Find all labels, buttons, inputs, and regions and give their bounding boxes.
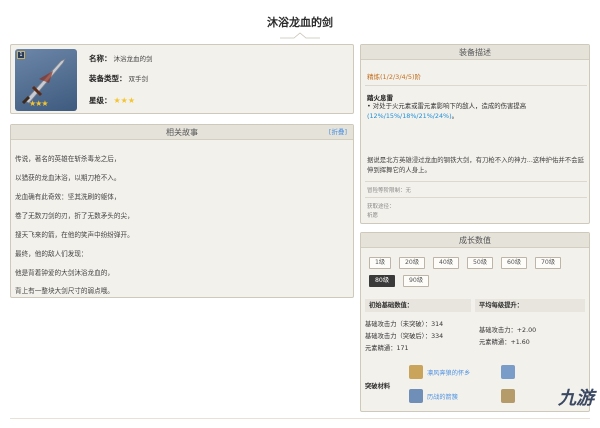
growth-stats-panel: 成长数值 1级 20级 40级 50级 60级 70级 80级 90级 初始基础… — [360, 232, 590, 412]
story-title: 相关故事 — [166, 128, 198, 137]
level-button-1[interactable]: 1级 — [369, 257, 391, 269]
bottom-divider — [10, 418, 590, 419]
site-watermark: 九游 — [558, 388, 594, 409]
story-line: 卷了无数刀剑的刃，折了无数矛头的尖， — [15, 212, 134, 220]
level-button-80-active[interactable]: 80级 — [369, 275, 395, 287]
type-value: 双手剑 — [128, 75, 149, 83]
skill-desc-values: (12%/15%/18%/21%/24%) — [367, 112, 452, 120]
story-panel: 相关故事 [折叠] 传说，著名的英雄在斩杀毒龙之后， 以猎获的龙血沐浴，以期刀枪… — [10, 124, 354, 298]
rarity-stars: ★★★ — [113, 96, 136, 105]
avg-em: 元素精通：+1.60 — [479, 339, 530, 346]
story-line: 他是背着钟爱的大剑沐浴龙血的， — [15, 269, 114, 277]
rarity-row: 星级： ★★★ — [89, 95, 135, 106]
level-button-50[interactable]: 50级 — [467, 257, 493, 269]
source-value: 祈愿 — [367, 213, 379, 219]
avg-atk: 基础攻击力：+2.00 — [479, 327, 537, 334]
material-icon — [501, 389, 515, 403]
avg-growth-heading: 平均每级提升： — [475, 299, 585, 312]
growth-title: 成长数值 — [459, 236, 491, 245]
thumb-stars: ★★★ — [29, 99, 48, 108]
base-stats-heading: 初始基础数值： — [365, 299, 471, 312]
rarity-label: 星级： — [89, 96, 112, 105]
source-label: 获取途径： — [367, 204, 395, 210]
arrowhead-icon — [409, 389, 423, 403]
materials-label: 突破材料 — [365, 383, 391, 390]
level-button-40[interactable]: 40级 — [433, 257, 459, 269]
base-atk-post: 基础攻击力（突破后）：334 — [365, 333, 444, 340]
story-header: 相关故事 [折叠] — [11, 125, 353, 140]
weapon-thumbnail: 1 ★★★ — [15, 49, 77, 111]
story-line: 传说，著名的英雄在斩杀毒龙之后， — [15, 155, 121, 163]
level-button-60[interactable]: 60级 — [501, 257, 527, 269]
skill-desc-end: 。 — [451, 112, 459, 120]
name-row: 名称： 沐浴龙血的剑 — [89, 53, 153, 64]
weapon-level-badge: 1 — [17, 51, 25, 59]
refine-levels: 精炼(1/2/3/4/5)阶 — [367, 73, 422, 81]
divider — [365, 197, 587, 198]
divider — [365, 85, 587, 86]
adventure-rank-limit: 冒险等阶限制：无 — [367, 188, 412, 194]
type-label: 装备类型： — [89, 74, 127, 83]
growth-header: 成长数值 — [361, 233, 589, 248]
name-label: 名称： — [89, 54, 112, 63]
equip-desc-panel: 装备描述 精炼(1/2/3/4/5)阶 踏火息雷 • 对处于火元素或雷元素影响下… — [360, 44, 590, 224]
story-line: 背上有一整块大剑尺寸的弱点哦。 — [15, 287, 114, 295]
divider — [365, 181, 587, 182]
level-button-70[interactable]: 70级 — [535, 257, 561, 269]
material-name: 历战的箭簇 — [427, 394, 458, 401]
material-name: 凛风奔狼的怀乡 — [427, 370, 471, 377]
story-line: 龙血确有此奇效：坚其洗刷的躯体， — [15, 193, 121, 201]
skill-desc-text: • 对处于火元素或雷元素影响下的敌人，造成的伤害提高 — [367, 102, 527, 110]
material-icon — [501, 365, 515, 379]
level-button-90[interactable]: 90级 — [403, 275, 429, 287]
name-value: 沐浴龙血的剑 — [113, 55, 153, 63]
story-line: 最终，他的敌人们发现： — [15, 250, 88, 258]
story-line: 搜天飞来的箭，在他的笑声中纷纷弹开。 — [15, 231, 134, 239]
base-atk-pre: 基础攻击力（未突破）：314 — [365, 321, 444, 328]
equip-header: 装备描述 — [361, 45, 589, 60]
type-row: 装备类型： 双手剑 — [89, 73, 148, 84]
weapon-lore: 据说是北方英雄浸过龙血的钢铁大剑，有刀枪不入的神力...这种护佑并不会延伸到挥舞… — [367, 156, 584, 174]
page-title: 沐浴龙血的剑 — [267, 16, 333, 29]
fold-link[interactable]: [折叠] — [329, 125, 347, 140]
wolf-tooth-icon — [409, 365, 423, 379]
level-button-20[interactable]: 20级 — [399, 257, 425, 269]
base-em: 元素精通：171 — [365, 345, 409, 352]
weapon-info-panel: 1 ★★★ 名称： 沐浴龙血的剑 装备类型： 双手剑 星级： ★★★ — [10, 44, 354, 114]
equip-title: 装备描述 — [459, 48, 491, 57]
title-ornament-icon — [280, 32, 320, 39]
story-line: 以猎获的龙血沐浴，以期刀枪不入。 — [15, 174, 121, 182]
skill-description: • 对处于火元素或雷元素影响下的敌人，造成的伤害提高 (12%/15%/18%/2… — [367, 101, 585, 121]
